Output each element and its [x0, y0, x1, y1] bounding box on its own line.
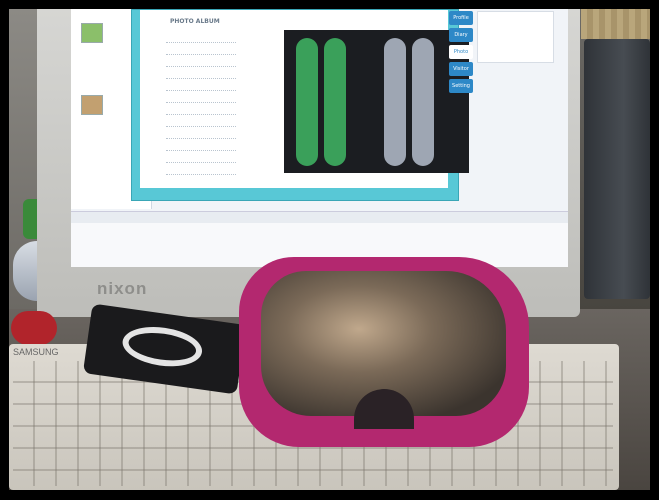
folder-tree — [166, 34, 236, 178]
monitor-brand: nixon — [97, 279, 148, 298]
red-object — [11, 311, 57, 345]
tab-diary[interactable]: Diary — [449, 28, 473, 42]
speaker — [584, 39, 650, 299]
sidebar-thumbnail — [81, 95, 103, 115]
snowboard-grey — [412, 38, 434, 166]
tab-photo[interactable]: Photo — [449, 45, 473, 59]
photo-album-content: PHOTO ALBUM — [140, 10, 469, 188]
monitor-screen: PHOTO ALBUM Profile Diary Photo Visitor … — [71, 9, 568, 267]
photo-frame: PHOTO ALBUM Profile Diary Photo Visitor … — [9, 9, 650, 490]
sidebar-thumbnail — [81, 23, 103, 43]
strap-logo-icon — [120, 322, 205, 372]
photo: PHOTO ALBUM Profile Diary Photo Visitor … — [0, 0, 659, 500]
nav-tabs: Profile Diary Photo Visitor Setting — [449, 11, 473, 96]
snowboard-green — [296, 38, 318, 166]
info-box — [477, 11, 554, 63]
snowboard-grey — [384, 38, 406, 166]
tab-visitor[interactable]: Visitor — [449, 62, 473, 76]
album-title: PHOTO ALBUM — [170, 18, 220, 25]
keyboard-brand: SAMSUNG — [13, 347, 59, 357]
tab-profile[interactable]: Profile — [449, 11, 473, 25]
tab-setting[interactable]: Setting — [449, 79, 473, 93]
curtain — [581, 9, 650, 39]
photo-album-panel: PHOTO ALBUM — [131, 9, 469, 201]
snowboard-green — [324, 38, 346, 166]
snowboard-photo — [284, 30, 469, 173]
